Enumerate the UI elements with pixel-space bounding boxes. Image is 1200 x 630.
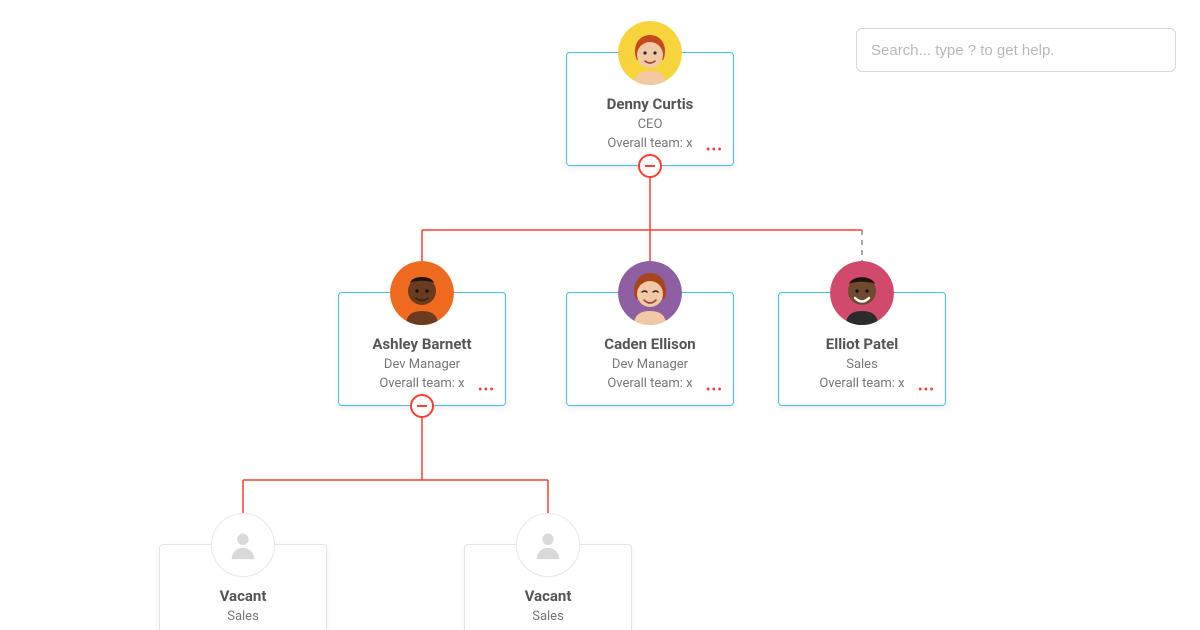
node-name: Caden Ellison [575,335,725,353]
collapse-toggle[interactable] [410,394,434,418]
person-icon [531,528,565,562]
node-role: Dev Manager [575,357,725,372]
avatar-placeholder [516,513,580,577]
node-name: Vacant [168,587,318,605]
avatar-placeholder [211,513,275,577]
org-node-vacant-1[interactable]: Vacant Sales [159,544,327,630]
org-node-elliot[interactable]: Elliot Patel Sales Overall team: x ••• [778,292,946,406]
node-name: Ashley Barnett [347,335,497,353]
avatar [390,261,454,325]
node-name: Vacant [473,587,623,605]
org-node-ashley[interactable]: Ashley Barnett Dev Manager Overall team:… [338,292,506,406]
collapse-toggle[interactable] [638,154,662,178]
node-name: Denny Curtis [575,95,725,113]
node-team: Overall team: x [575,376,725,391]
more-icon[interactable]: ••• [706,143,723,157]
more-icon[interactable]: ••• [918,383,935,397]
node-team: Overall team: x [575,136,725,151]
avatar [618,261,682,325]
person-icon [226,528,260,562]
org-node-caden[interactable]: Caden Ellison Dev Manager Overall team: … [566,292,734,406]
node-name: Elliot Patel [787,335,937,353]
more-icon[interactable]: ••• [478,383,495,397]
node-role: Sales [168,609,318,624]
node-role: Sales [473,609,623,624]
search-input[interactable] [856,28,1176,72]
more-icon[interactable]: ••• [706,383,723,397]
node-role: CEO [575,117,725,132]
node-role: Sales [787,357,937,372]
org-node-vacant-2[interactable]: Vacant Sales [464,544,632,630]
node-role: Dev Manager [347,357,497,372]
node-team: Overall team: x [347,376,497,391]
avatar [618,21,682,85]
node-team: Overall team: x [787,376,937,391]
org-node-ceo[interactable]: Denny Curtis CEO Overall team: x ••• [566,52,734,166]
avatar [830,261,894,325]
